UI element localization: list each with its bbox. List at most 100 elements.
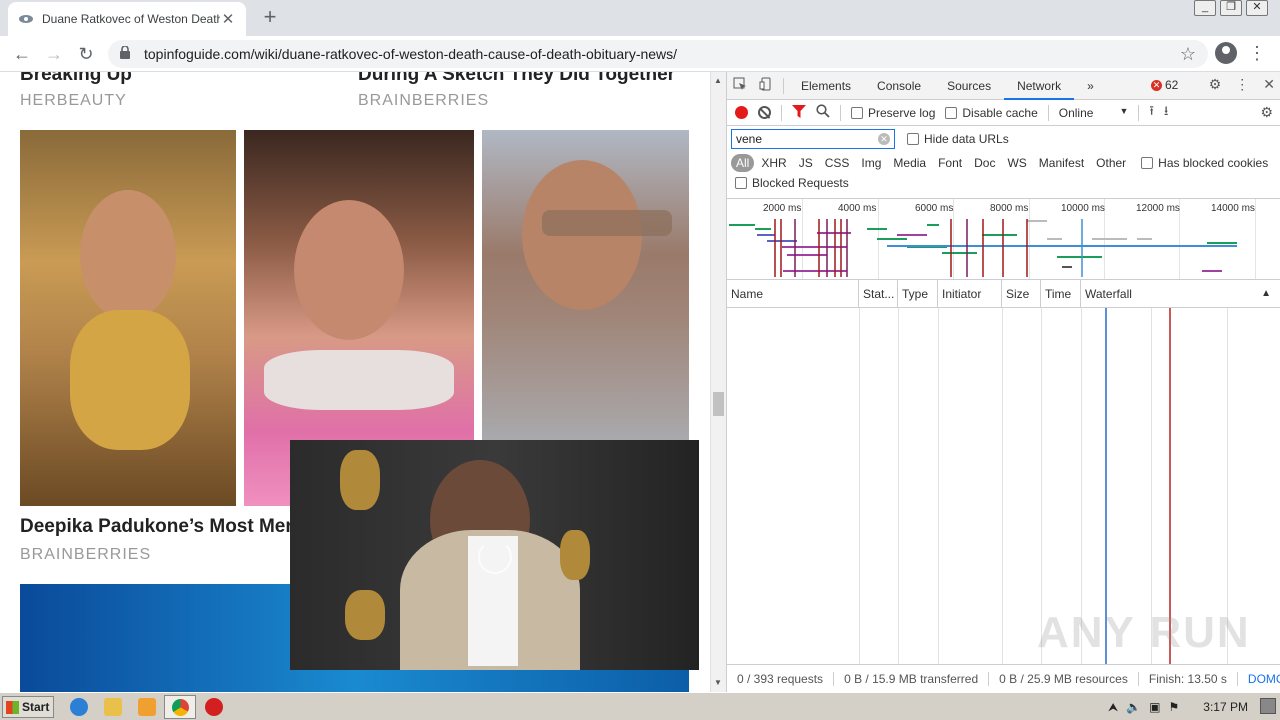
resources-size: 0 B / 25.9 MB resources	[989, 671, 1139, 686]
devtools-tab-bar: Elements Console Sources Network » ✕ 62 …	[727, 72, 1280, 100]
volume-icon[interactable]: 🔈	[1126, 700, 1141, 714]
address-bar[interactable]: topinfoguide.com/wiki/duane-ratkovec-of-…	[108, 40, 1208, 68]
network-overview-timeline[interactable]: 2000 ms 4000 ms 6000 ms 8000 ms 10000 ms…	[727, 198, 1280, 280]
waterfall-label: Waterfall	[1085, 287, 1132, 301]
profile-avatar-icon[interactable]	[1215, 42, 1237, 64]
taskbar-chrome-button[interactable]	[164, 695, 196, 719]
type-filter-xhr[interactable]: XHR	[756, 154, 791, 172]
filter-icon[interactable]	[792, 104, 806, 121]
anyrun-watermark: ANY RUN	[1037, 608, 1251, 657]
network-settings-icon[interactable]: ⚙	[1260, 104, 1273, 121]
card-title-sketch[interactable]: During A Sketch They Did Together	[358, 72, 675, 86]
request-table-body: ANY RUN	[727, 308, 1280, 664]
search-icon[interactable]	[816, 104, 830, 121]
tab-network[interactable]: Network	[1004, 72, 1075, 100]
import-har-icon[interactable]: ⭱	[1149, 102, 1154, 124]
scroll-down-icon[interactable]: ▼	[714, 678, 722, 687]
type-filter-ws[interactable]: WS	[1002, 154, 1031, 172]
page-scrollbar[interactable]: ▲ ▼	[710, 72, 726, 692]
card-source-brainberries: BRAINBERRIES	[358, 92, 490, 109]
loading-spinner-icon	[478, 540, 512, 574]
lock-icon	[120, 45, 134, 62]
media-player-icon[interactable]	[138, 698, 156, 716]
article-photo-3[interactable]	[482, 130, 689, 440]
tray-arrow-icon[interactable]: ⮝	[1108, 700, 1118, 715]
browser-menu-icon[interactable]: ⋮	[1248, 42, 1266, 64]
transferred-size: 0 B / 15.9 MB transferred	[834, 671, 990, 686]
column-name[interactable]: Name	[727, 280, 859, 308]
restore-button[interactable]: ❐	[1220, 0, 1242, 16]
network-toolbar: Preserve log Disable cache Online ▼ ⭱ ⭳ …	[727, 100, 1280, 126]
card-title-breaking-up[interactable]: Breaking Up	[20, 72, 132, 86]
article-title-deepika[interactable]: Deepika Padukone’s Most Mer	[20, 516, 293, 538]
column-status[interactable]: Stat...	[859, 280, 898, 308]
inspect-element-icon[interactable]	[727, 77, 753, 94]
scroll-up-icon[interactable]: ▲	[714, 76, 722, 85]
device-toggle-icon[interactable]	[753, 77, 779, 94]
has-blocked-cookies-checkbox[interactable]: Has blocked cookies	[1141, 156, 1268, 170]
browser-toolbar: ← → ↻ topinfoguide.com/wiki/duane-ratkov…	[0, 36, 1280, 72]
tab-sources[interactable]: Sources	[934, 72, 1004, 100]
blocked-requests-checkbox[interactable]: Blocked Requests	[735, 176, 849, 190]
clear-icon[interactable]	[758, 106, 771, 119]
web-page: Breaking Up HERBEAUTY During A Sketch Th…	[0, 72, 710, 692]
devtools-panel: Elements Console Sources Network » ✕ 62 …	[726, 72, 1280, 692]
show-desktop-button[interactable]	[1260, 698, 1276, 714]
type-filter-manifest[interactable]: Manifest	[1034, 154, 1089, 172]
finish-time: Finish: 13.50 s	[1139, 671, 1238, 686]
column-time[interactable]: Time	[1041, 280, 1081, 308]
flag-icon[interactable]: ⚑	[1169, 700, 1180, 714]
bookmark-star-icon[interactable]: ☆	[1180, 44, 1196, 65]
back-button[interactable]: ←	[10, 42, 34, 66]
error-icon: ✕	[1151, 79, 1162, 91]
clock: 3:17 PM	[1203, 700, 1248, 714]
browser-tab[interactable]: Duane Ratkovec of Weston Death - ✕	[8, 2, 246, 36]
type-filter-media[interactable]: Media	[888, 154, 931, 172]
throttle-select[interactable]: Online ▼	[1059, 106, 1129, 120]
clear-filter-icon[interactable]: ✕	[878, 133, 890, 145]
preserve-log-checkbox[interactable]: Preserve log	[851, 106, 935, 120]
type-filter-all[interactable]: All	[731, 154, 755, 172]
forward-button[interactable]: →	[42, 42, 66, 66]
disable-cache-checkbox[interactable]: Disable cache	[945, 106, 1038, 120]
devtools-settings-icon[interactable]: ⚙	[1209, 76, 1222, 93]
window-close-button[interactable]: ✕	[1246, 0, 1268, 16]
type-filter-font[interactable]: Font	[933, 154, 967, 172]
filter-input[interactable]: vene ✕	[731, 129, 895, 149]
video-player[interactable]	[290, 440, 699, 670]
request-table-header: Name Stat... Type Initiator Size Time Wa…	[727, 280, 1280, 308]
tab-close-icon[interactable]: ✕	[220, 10, 236, 28]
type-filter-img[interactable]: Img	[856, 154, 886, 172]
article-photo-1[interactable]	[20, 130, 236, 506]
tab-console[interactable]: Console	[864, 72, 934, 100]
hide-data-urls-checkbox[interactable]: Hide data URLs	[907, 132, 1009, 146]
start-button[interactable]: Start	[2, 696, 54, 718]
devtools-menu-icon[interactable]: ⋮	[1235, 76, 1249, 93]
devtools-close-icon[interactable]: ✕	[1263, 76, 1275, 93]
column-initiator[interactable]: Initiator	[938, 280, 1002, 308]
new-tab-button[interactable]: +	[258, 5, 282, 29]
scroll-thumb[interactable]	[713, 392, 724, 416]
more-tabs-icon[interactable]: »	[1074, 72, 1107, 100]
site-favicon-icon	[18, 11, 34, 27]
reload-button[interactable]: ↻	[74, 42, 98, 66]
type-filter-other[interactable]: Other	[1091, 154, 1131, 172]
tab-elements[interactable]: Elements	[788, 72, 864, 100]
minimize-button[interactable]: _	[1194, 0, 1216, 16]
column-size[interactable]: Size	[1002, 280, 1041, 308]
type-filter-doc[interactable]: Doc	[969, 154, 1000, 172]
column-waterfall[interactable]: Waterfall ▲	[1081, 280, 1280, 308]
network-icon[interactable]: ▣	[1149, 700, 1160, 714]
type-filter-css[interactable]: CSS	[820, 154, 855, 172]
resource-type-filters: All XHR JS CSS Img Media Font Doc WS Man…	[727, 152, 1280, 174]
internet-explorer-icon[interactable]	[70, 698, 88, 716]
filter-row: vene ✕ Hide data URLs	[727, 126, 1280, 152]
column-type[interactable]: Type	[898, 280, 938, 308]
file-explorer-icon[interactable]	[104, 698, 122, 716]
type-filter-js[interactable]: JS	[794, 154, 818, 172]
opera-icon[interactable]	[205, 698, 223, 716]
export-har-icon[interactable]: ⭳	[1164, 102, 1169, 124]
network-status-bar: 0 / 393 requests 0 B / 15.9 MB transferr…	[727, 664, 1280, 692]
error-counter[interactable]: ✕ 62	[1151, 78, 1178, 92]
record-icon[interactable]	[735, 106, 748, 119]
